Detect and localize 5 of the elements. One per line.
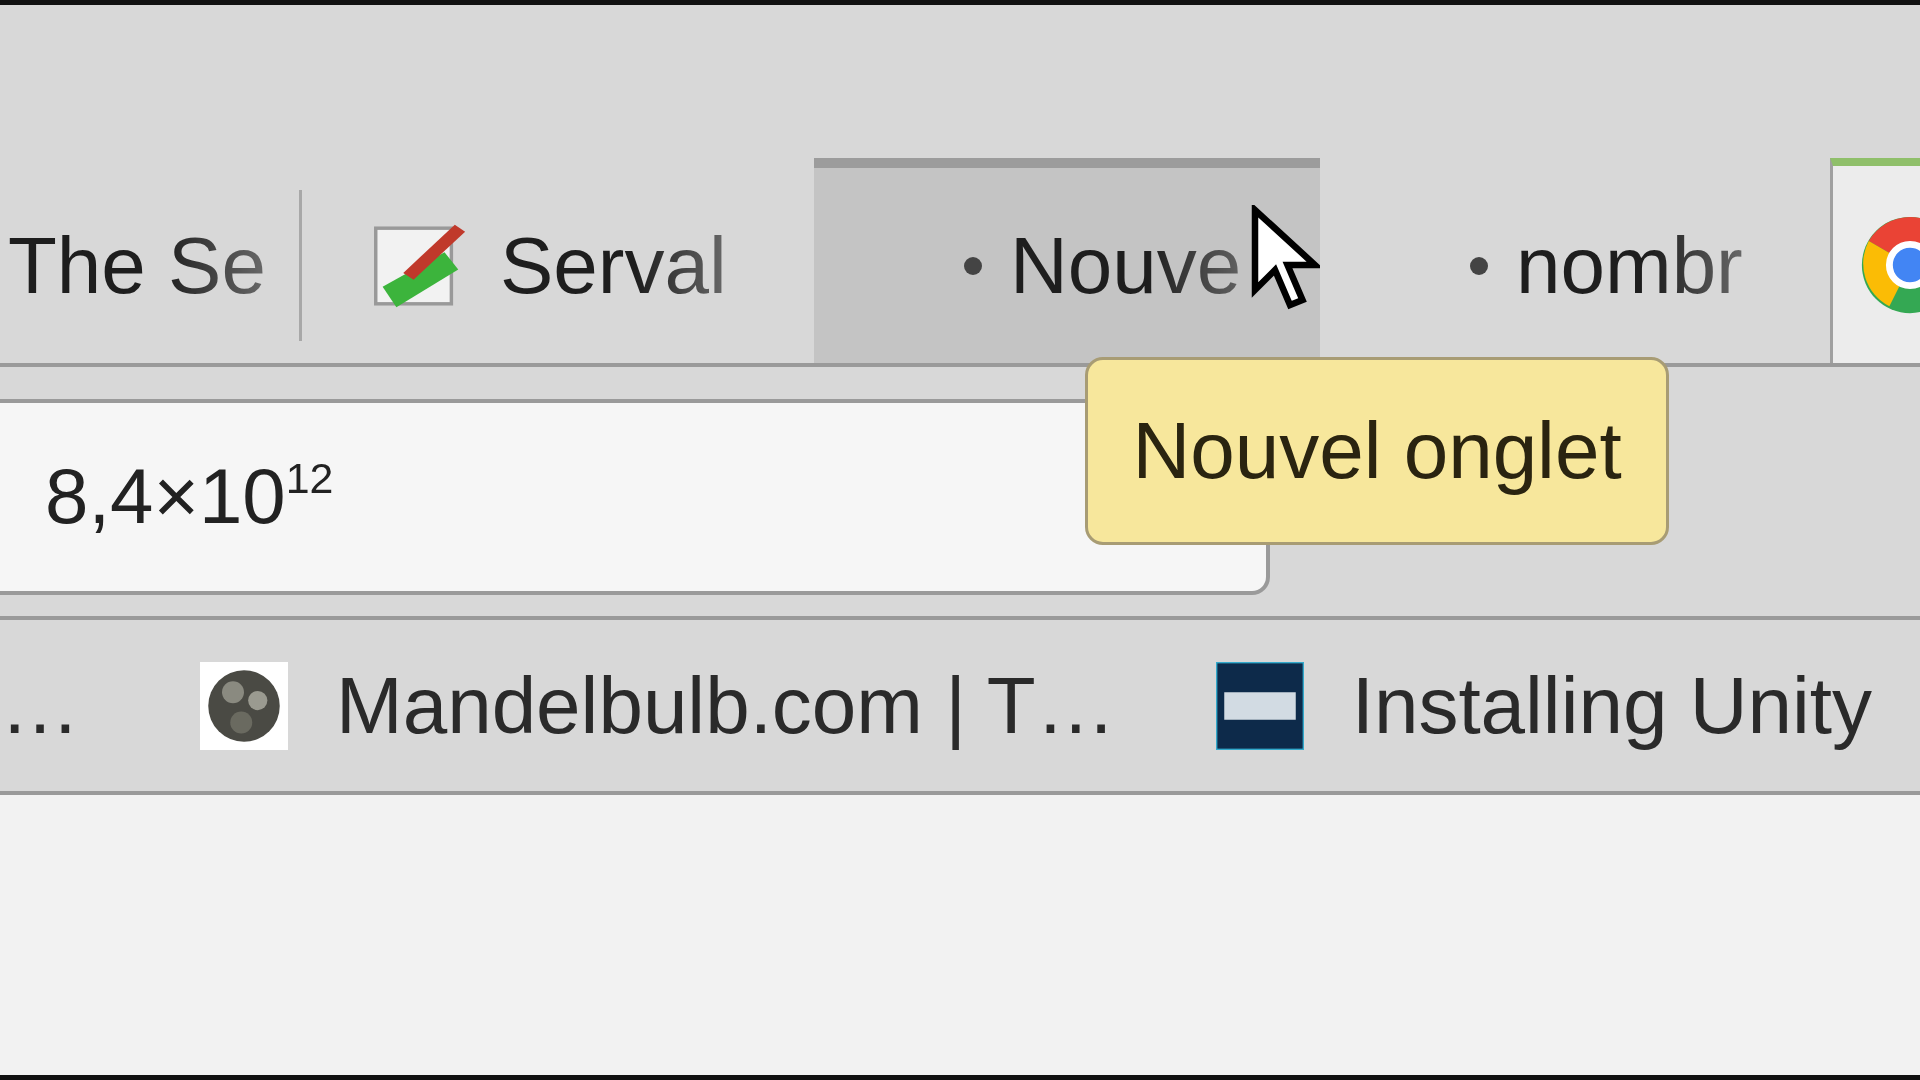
tab-title: Serval <box>500 219 727 312</box>
tooltip: Nouvel onglet <box>1085 357 1669 545</box>
tab-title: nombr <box>1516 219 1743 312</box>
tab-title: Nouve <box>1010 219 1242 312</box>
tab-title: The Se <box>8 219 266 312</box>
